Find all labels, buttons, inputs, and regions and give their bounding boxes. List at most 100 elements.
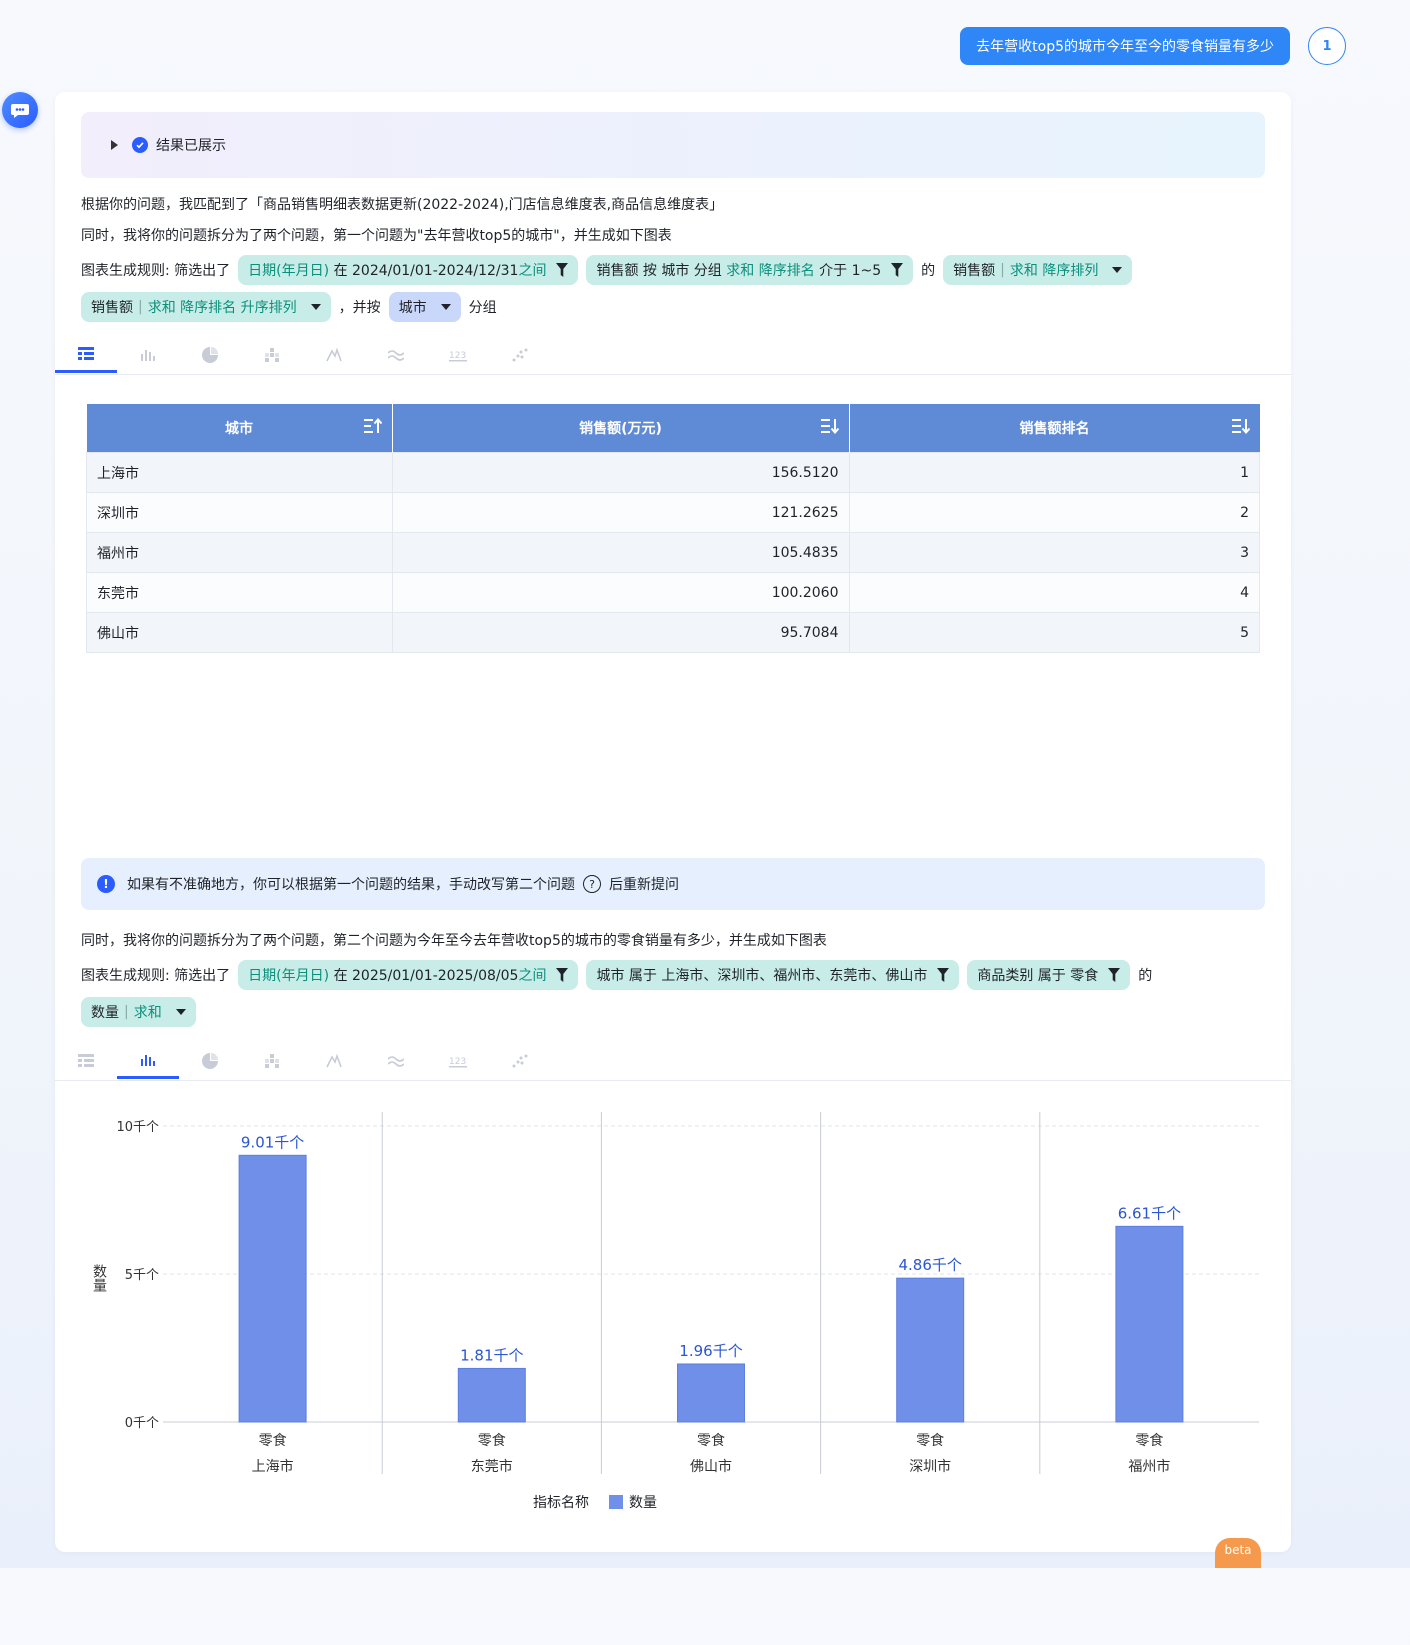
header-label: 城市 [225,421,253,437]
sort-icon[interactable] [363,418,382,434]
dropdown-caret-icon[interactable] [175,1009,186,1015]
chip-field: 销售额 按 城市 分组 [596,263,722,279]
filter-icon[interactable] [891,263,904,277]
expand-arrow-icon[interactable] [111,140,118,150]
tab-table[interactable] [55,338,117,373]
chip-agg: 求和 降序排名 [726,263,815,279]
sort-desc-icon[interactable] [820,418,839,434]
x-tick-label: 零食 [259,1432,287,1449]
bar [238,1154,307,1423]
x-tick-label: 零食 [697,1432,725,1449]
q1-measure-rank-chip[interactable]: 销售额 | 求和 降序排名 升序排列 [81,292,331,322]
wave-chart-icon [388,350,404,361]
tab-pie-chart[interactable] [179,338,241,372]
bar [1115,1225,1184,1423]
tab-scatter[interactable] [489,338,551,372]
tab-line-chart[interactable] [303,338,365,372]
user-question-bubble[interactable]: 去年营收top5的城市今年至今的零食销量有多少 [960,27,1290,65]
filter-icon[interactable] [556,968,569,982]
filter-icon[interactable] [937,968,950,982]
q1-rule-row-2: 销售额 | 求和 降序排名 升序排列 ，并按 城市 分组 [81,292,505,322]
table-row[interactable]: 上海市 156.5120 1 [86,452,1260,493]
sort-desc-icon[interactable] [1231,418,1250,434]
answer-card: 结果已展示 根据你的问题，我匹配到了「商品销售明细表数据更新(2022-2024… [55,92,1291,1568]
table-row[interactable]: 佛山市 95.7084 5 [86,612,1260,653]
pie-chart-icon [202,1053,218,1069]
cell-city: 东莞市 [86,572,393,613]
svg-text:123: 123 [449,351,466,361]
th-rank[interactable]: 销售额排名 [849,404,1260,453]
chip-field: 销售额 [91,300,133,316]
cell-sales: 105.4835 [391,532,850,573]
cell-rank: 5 [848,612,1260,653]
q2-city-filter-chip[interactable]: 城市 属于 上海市、深圳市、福州市、东莞市、佛山市 [586,960,960,990]
tab-number-card[interactable]: 123 [427,338,489,372]
q1-measure-chip[interactable]: 销售额 | 求和 降序排列 [943,255,1133,285]
correction-notice: ! 如果有不准确地方，你可以根据第一个问题的结果，手动改写第二个问题 ? 后重新… [81,858,1265,910]
rule-prefix: 图表生成规则: 筛选出了 [81,968,231,984]
y-axis-label: 数量 [91,1264,107,1292]
filter-icon[interactable] [556,263,569,277]
q1-rank-filter-chip[interactable]: 销售额 按 城市 分组 求和 降序排名 介于 1~5 [586,255,914,285]
chip-agg: 求和 降序排名 升序排列 [147,300,297,316]
info-icon: ! [97,875,115,893]
group-text: 分组 [468,300,497,316]
filter-icon[interactable] [1108,968,1121,982]
q2-rule-row-2: 数量 | 求和 [81,997,204,1027]
x-group-label: 东莞市 [471,1458,513,1475]
tab-area-chart[interactable] [365,338,427,372]
legend-item[interactable]: 数量 [629,1492,657,1512]
q1-date-filter-chip[interactable]: 日期(年月日) 在 2024/01/01-2024/12/31 之间 [238,255,579,285]
number-icon: 123 [449,351,467,362]
cell-city: 佛山市 [86,612,393,653]
tab-scatter[interactable] [489,1044,551,1078]
legend-swatch[interactable] [609,1495,623,1509]
bar-value-label: 4.86千个 [898,1256,961,1274]
dropdown-caret-icon[interactable] [310,304,321,310]
table-row[interactable]: 深圳市 121.2625 2 [86,492,1260,533]
cell-rank: 1 [848,452,1260,493]
bar-value-label: 1.81千个 [460,1346,523,1364]
tab-bar-chart[interactable] [117,1044,179,1079]
de-text: 的 [1138,968,1153,984]
dropdown-caret-icon[interactable] [440,304,451,310]
assistant-avatar-icon [2,92,38,128]
chip-agg: 求和 [133,1005,162,1021]
dropdown-caret-icon[interactable] [1112,267,1123,273]
chip-field: 商品类别 属于 零食 [977,968,1099,984]
x-group-label: 上海市 [252,1458,294,1475]
check-circle-icon [132,137,148,153]
heatmap-icon [265,1054,279,1068]
q2-date-filter-chip[interactable]: 日期(年月日) 在 2025/01/01-2025/08/05 之间 [238,960,579,990]
tab-number-card[interactable]: 123 [427,1044,489,1078]
tab-table[interactable] [55,1044,117,1078]
bar-value-label: 6.61千个 [1118,1204,1181,1222]
result-status-bar[interactable]: 结果已展示 [81,112,1265,178]
tab-line-chart[interactable] [303,1044,365,1078]
table-row[interactable]: 福州市 105.4835 3 [86,532,1260,573]
q2-measure-chip[interactable]: 数量 | 求和 [81,997,196,1027]
bar [677,1363,745,1423]
tab-heatmap[interactable] [241,1044,303,1078]
cell-rank: 2 [848,492,1260,533]
tab-area-chart[interactable] [365,1044,427,1078]
table-icon [78,1054,94,1067]
y-tick-label: 0千个 [125,1416,159,1431]
tab-bar-chart[interactable] [117,338,179,372]
bar [896,1277,965,1423]
help-icon[interactable]: ? [583,875,601,893]
table-row[interactable]: 东莞市 100.2060 4 [86,572,1260,613]
q1-group-chip[interactable]: 城市 [388,292,461,322]
th-sales[interactable]: 销售额(万元) [392,404,850,453]
chip-range: 在 2025/01/01-2025/08/05 [333,968,519,984]
q2-rule-row-1: 图表生成规则: 筛选出了 日期(年月日) 在 2025/01/01-2025/0… [81,960,1160,990]
bar-chart-icon [141,350,155,361]
x-tick-label: 零食 [1135,1432,1163,1449]
chip-op: 之间 [518,968,547,984]
tab-pie-chart[interactable] [179,1044,241,1078]
tab-heatmap[interactable] [241,338,303,372]
th-city[interactable]: 城市 [86,404,393,453]
x-tick-label: 零食 [916,1432,944,1449]
question-count-badge[interactable]: 1 [1308,27,1346,65]
q2-category-filter-chip[interactable]: 商品类别 属于 零食 [967,960,1131,990]
